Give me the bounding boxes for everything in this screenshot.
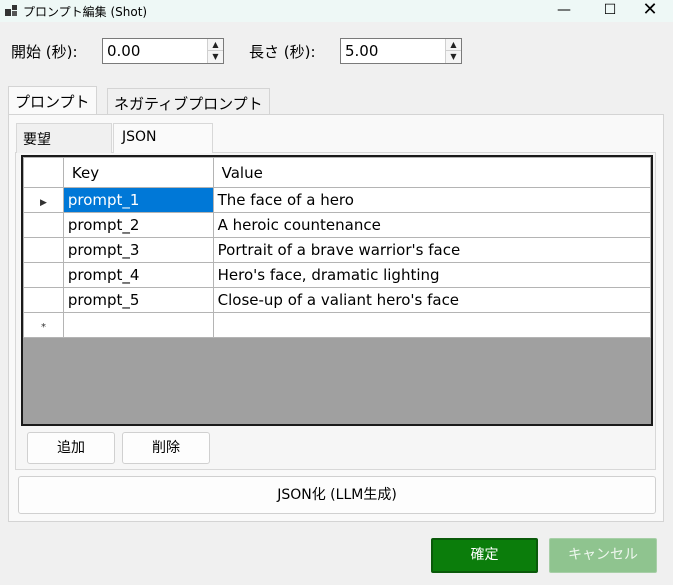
row-header[interactable]: * <box>23 312 64 338</box>
key-cell[interactable] <box>62 312 214 338</box>
tab-request[interactable]: 要望 <box>16 123 112 153</box>
minimize-icon[interactable]: — <box>541 0 587 22</box>
key-cell[interactable]: prompt_2 <box>62 212 214 238</box>
key-cell[interactable]: prompt_4 <box>62 262 214 288</box>
length-value[interactable]: 5.00 <box>345 42 378 60</box>
table-row[interactable]: prompt_4 Hero's face, dramatic lighting <box>23 262 651 288</box>
close-icon[interactable]: ✕ <box>627 0 673 22</box>
delete-button[interactable]: 削除 <box>122 432 210 464</box>
json-generate-button[interactable]: JSON化 (LLM生成) <box>18 476 656 514</box>
start-label: 開始 (秒): <box>11 43 78 61</box>
length-down-arrow-icon[interactable]: ▼ <box>446 51 461 63</box>
start-up-arrow-icon[interactable]: ▲ <box>208 39 223 51</box>
column-header-key[interactable]: Key <box>62 157 214 188</box>
start-down-arrow-icon[interactable]: ▼ <box>208 51 223 63</box>
tab-negative-prompt[interactable]: ネガティブプロンプト <box>107 88 270 114</box>
value-cell[interactable]: A heroic countenance <box>212 212 651 238</box>
start-spinner[interactable]: 0.00 ▲ ▼ <box>102 38 224 64</box>
row-header-corner <box>23 157 64 188</box>
row-header[interactable]: ▶ <box>23 187 64 213</box>
value-cell[interactable]: Portrait of a brave warrior's face <box>212 237 651 263</box>
row-header[interactable] <box>23 212 64 238</box>
length-spinner[interactable]: 5.00 ▲ ▼ <box>340 38 462 64</box>
tab-json[interactable]: JSON <box>113 123 213 153</box>
value-cell[interactable] <box>212 312 651 338</box>
table-row[interactable]: prompt_3 Portrait of a brave warrior's f… <box>23 237 651 263</box>
key-cell[interactable]: prompt_1 <box>62 187 214 213</box>
current-row-icon: ▶ <box>39 198 47 208</box>
length-label: 長さ (秒): <box>249 43 316 61</box>
app-icon <box>5 5 17 16</box>
row-header[interactable] <box>23 262 64 288</box>
row-header[interactable] <box>23 287 64 313</box>
length-up-arrow-icon[interactable]: ▲ <box>446 39 461 51</box>
value-cell[interactable]: Close-up of a valiant hero's face <box>212 287 651 313</box>
ok-button[interactable]: 確定 <box>431 538 538 573</box>
start-value[interactable]: 0.00 <box>107 42 140 60</box>
window-title: プロンプト編集 (Shot) <box>23 5 148 19</box>
tab-prompt[interactable]: プロンプト <box>8 86 97 114</box>
table-row[interactable]: prompt_2 A heroic countenance <box>23 212 651 238</box>
grid-header-row: Key Value <box>23 157 651 188</box>
new-row-icon: * <box>40 322 46 333</box>
table-row[interactable]: prompt_5 Close-up of a valiant hero's fa… <box>23 287 651 313</box>
new-row[interactable]: * <box>23 312 651 338</box>
value-cell[interactable]: Hero's face, dramatic lighting <box>212 262 651 288</box>
key-cell[interactable]: prompt_5 <box>62 287 214 313</box>
cancel-button[interactable]: キャンセル <box>549 538 657 573</box>
add-button[interactable]: 追加 <box>27 432 115 464</box>
key-cell[interactable]: prompt_3 <box>62 237 214 263</box>
key-value-grid[interactable]: Key Value ▶ prompt_1 The face of a hero … <box>21 155 653 426</box>
row-header[interactable] <box>23 237 64 263</box>
value-cell[interactable]: The face of a hero <box>212 187 651 213</box>
column-header-value[interactable]: Value <box>212 157 651 188</box>
table-row[interactable]: ▶ prompt_1 The face of a hero <box>23 187 651 213</box>
